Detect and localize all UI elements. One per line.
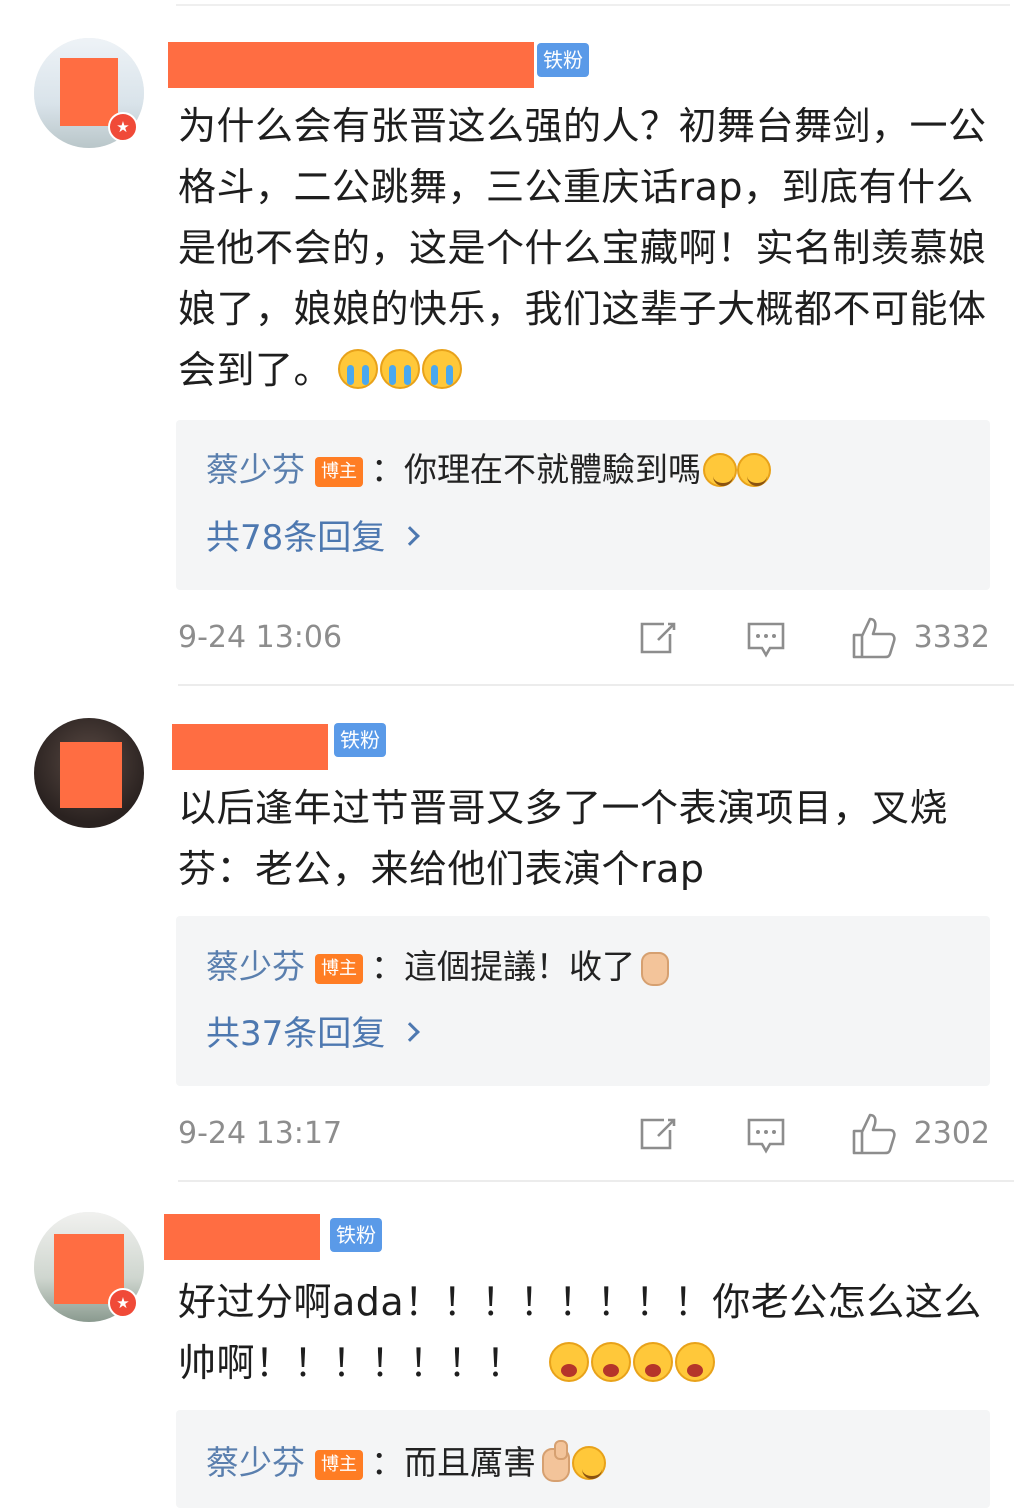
reply-count-link[interactable]: 共37条回复 [206, 1012, 421, 1056]
host-badge: 博主 [315, 1450, 363, 1480]
reply-author[interactable]: 蔡少芬 [206, 947, 305, 986]
divider [178, 684, 1014, 686]
wailing-emoji-group [548, 1342, 715, 1382]
wailing-emoji-icon [674, 1342, 715, 1382]
verified-badge-icon: ★ [108, 112, 138, 142]
reply-preview[interactable]: 蔡少芬 博主 ：這個提議！收了 共37条回复 [176, 916, 990, 1086]
host-badge: 博主 [315, 457, 363, 487]
comment-icon[interactable] [746, 620, 786, 660]
thumbs-up-icon[interactable] [851, 1112, 897, 1156]
reply-count-link[interactable]: 共78条回复 [206, 516, 421, 560]
crying-emoji-group [338, 349, 463, 389]
comment-icon[interactable] [746, 1116, 786, 1156]
thumbs-up-emoji-icon [536, 1440, 572, 1482]
timestamp: 9-24 13:17 [178, 1116, 343, 1151]
username-redacted[interactable] [168, 42, 534, 88]
rock-hand-icon [635, 944, 671, 986]
share-icon[interactable] [638, 1116, 678, 1152]
verified-badge-icon: ★ [108, 1288, 138, 1318]
thumbs-up-icon[interactable] [851, 616, 897, 660]
comment-meta: 9-24 13:06 3332 [178, 614, 990, 664]
reply-line: 蔡少芬 博主 ：你理在不就體驗到嗎 [206, 448, 771, 492]
fan-badge: 铁粉 [330, 1218, 382, 1252]
host-badge: 博主 [315, 954, 363, 984]
wailing-emoji-icon [632, 1342, 673, 1382]
username-redacted[interactable] [164, 1214, 320, 1260]
reply-text: ：而且厲害 [371, 1443, 536, 1482]
grin-emoji-icon [737, 453, 771, 487]
wailing-emoji-icon [590, 1342, 631, 1382]
reply-line: 蔡少芬 博主 ：而且厲害 [206, 1440, 606, 1485]
comment-text: 为什么会有张晋这么强的人？初舞台舞剑，一公格斗，二公跳舞，三公重庆话rap，到底… [178, 104, 987, 392]
reply-author[interactable]: 蔡少芬 [206, 450, 305, 489]
crying-emoji-icon [338, 349, 379, 389]
reply-text: ：你理在不就體驗到嗎 [371, 450, 701, 489]
reply-text: ：這個提議！收了 [371, 947, 635, 986]
comment-text: 好过分啊ada！！！！！！！！你老公怎么这么帅啊！！！！！！！ [178, 1280, 982, 1385]
crying-emoji-icon [380, 349, 421, 389]
share-icon[interactable] [638, 620, 678, 656]
username-redacted[interactable] [172, 724, 328, 770]
avatar[interactable] [34, 718, 144, 828]
fan-badge: 铁粉 [334, 723, 386, 757]
divider [178, 1180, 1014, 1182]
comment-text: 以后逢年过节晋哥又多了一个表演项目，叉烧芬：老公，来给他们表演个rap [178, 786, 949, 891]
crying-emoji-icon [422, 349, 463, 389]
fan-badge: 铁粉 [537, 43, 589, 77]
like-count: 2302 [913, 1116, 990, 1151]
reply-line: 蔡少芬 博主 ：這個提議！收了 [206, 944, 671, 989]
wailing-emoji-icon [548, 1342, 589, 1382]
reply-preview[interactable]: 蔡少芬 博主 ：而且厲害 [176, 1410, 990, 1508]
laughing-emoji-icon [572, 1446, 606, 1480]
timestamp: 9-24 13:06 [178, 620, 343, 655]
reply-author[interactable]: 蔡少芬 [206, 1443, 305, 1482]
reply-preview[interactable]: 蔡少芬 博主 ：你理在不就體驗到嗎 共78条回复 [176, 420, 990, 590]
chevron-right-icon [400, 526, 421, 546]
like-count: 3332 [913, 620, 990, 655]
top-divider [176, 4, 1010, 6]
comment-meta: 9-24 13:17 2302 [178, 1110, 990, 1160]
chevron-right-icon [400, 1022, 421, 1042]
grin-emoji-icon [703, 453, 737, 487]
